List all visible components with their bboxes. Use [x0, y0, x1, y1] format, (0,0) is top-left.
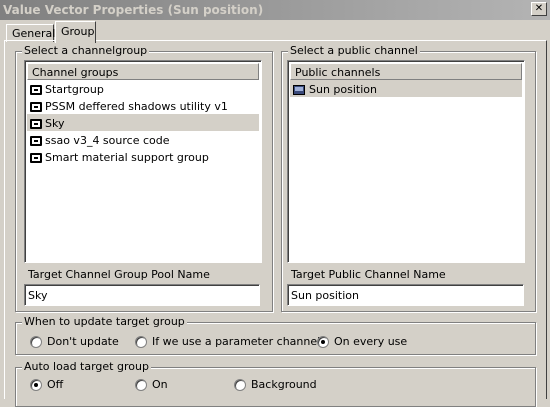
radio-button[interactable] [317, 335, 329, 348]
public-channels-header[interactable]: Public channels [290, 63, 522, 80]
radio-label: On every use [334, 335, 408, 348]
list-item-label: PSSM deffered shadows utility v1 [45, 100, 228, 113]
radio-label: Don't update [47, 335, 119, 348]
radio-label: If we use a parameter channel [152, 335, 321, 348]
radio-label: Background [251, 378, 317, 391]
folder-icon [30, 101, 42, 112]
radio-autoload-off[interactable]: Off [30, 378, 63, 391]
channel-icon [293, 84, 305, 95]
folder-icon [30, 118, 42, 129]
radio-label: Off [47, 378, 64, 391]
radio-dont-update[interactable]: Don't update [30, 335, 119, 348]
channel-groups-header[interactable]: Channel groups [27, 63, 259, 80]
tab-general-label: General [12, 27, 56, 40]
list-item-label: Smart material support group [45, 151, 209, 164]
target-channel-group-label: Target Channel Group Pool Name [28, 268, 210, 281]
autoload-group-label: Auto load target group [22, 360, 151, 373]
channel-groups-list[interactable]: Channel groups Startgroup PSSM deffered … [24, 60, 262, 263]
radio-label: On [152, 378, 168, 391]
radio-button[interactable] [30, 378, 42, 391]
list-item-label: Startgroup [45, 83, 104, 96]
list-item-ssao[interactable]: ssao v3_4 source code [27, 131, 259, 148]
list-item-smart-material[interactable]: Smart material support group [27, 148, 259, 165]
channelgroup-group-label: Select a channelgroup [22, 44, 150, 57]
radio-button[interactable] [234, 378, 246, 391]
list-item-sky[interactable]: Sky [27, 114, 259, 131]
title-bar: Value Vector Properties (Sun position) ✕ [0, 0, 550, 20]
close-button[interactable]: ✕ [531, 2, 547, 16]
window-title: Value Vector Properties (Sun position) [3, 3, 264, 17]
target-public-channel-field[interactable]: Sun position [287, 284, 524, 306]
radio-button[interactable] [135, 335, 147, 348]
radio-every-use[interactable]: On every use [317, 335, 407, 348]
folder-icon [30, 84, 42, 95]
tab-group[interactable]: Group [55, 21, 96, 43]
radio-button[interactable] [135, 378, 147, 391]
public-channel-group-label: Select a public channel [288, 44, 420, 57]
update-group-label: When to update target group [22, 315, 187, 328]
radio-button[interactable] [30, 335, 42, 348]
folder-icon [30, 135, 42, 146]
list-item-startgroup[interactable]: Startgroup [27, 80, 259, 97]
list-item-label: ssao v3_4 source code [45, 134, 170, 147]
list-item-pssm[interactable]: PSSM deffered shadows utility v1 [27, 97, 259, 114]
close-icon: ✕ [534, 3, 544, 14]
target-channel-group-field[interactable]: Sky [24, 284, 260, 306]
list-item-label: Sun position [309, 83, 377, 96]
list-item-sun-position[interactable]: Sun position [290, 80, 522, 97]
public-channels-list[interactable]: Public channels Sun position [287, 60, 525, 263]
radio-autoload-on[interactable]: On [135, 378, 168, 391]
list-item-label: Sky [45, 117, 65, 130]
radio-parameter-channel[interactable]: If we use a parameter channel [135, 335, 320, 348]
radio-autoload-background[interactable]: Background [234, 378, 317, 391]
tab-group-label: Group [61, 25, 95, 38]
folder-icon [30, 152, 42, 163]
target-public-channel-label: Target Public Channel Name [291, 268, 446, 281]
